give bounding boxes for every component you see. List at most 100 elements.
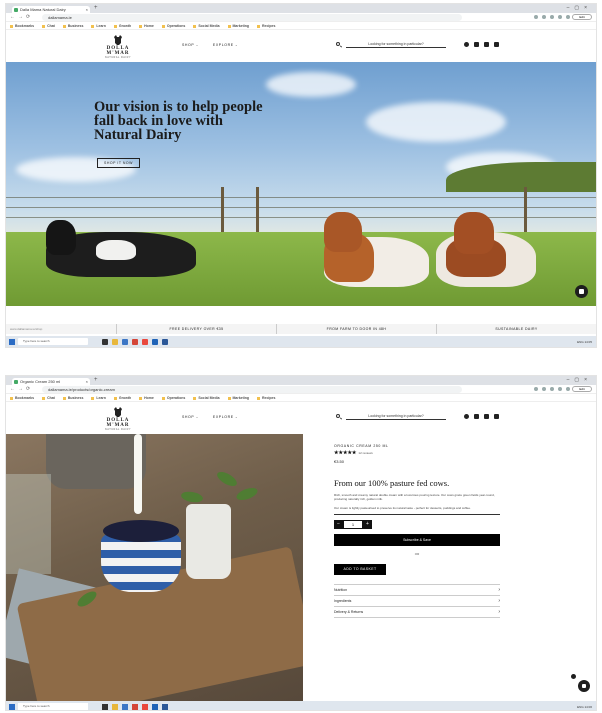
phone-icon[interactable]	[484, 414, 489, 419]
explorer-icon[interactable]	[112, 703, 118, 710]
rating-stars[interactable]: ★★★★★ 12 reviews	[334, 450, 500, 456]
bookmark-item[interactable]: Recipes	[257, 24, 275, 28]
review-count[interactable]: 12 reviews	[358, 451, 372, 455]
browser-tab[interactable]: Dalla Mama Natural Dairy ×	[12, 6, 90, 13]
outlook-icon[interactable]	[152, 338, 158, 345]
phone-icon[interactable]	[484, 42, 489, 47]
nav-arrows-icon[interactable]: ←→⟳	[10, 14, 33, 20]
hero-cta-button[interactable]: SHOP IT NOW	[97, 158, 140, 168]
mail-icon[interactable]	[132, 703, 138, 710]
accordion-ingredients[interactable]: Ingredients	[334, 596, 500, 607]
bookmarks-bar: Bookmarks Chat Business Learn Growth Hom…	[6, 394, 596, 402]
extension-icon[interactable]	[534, 387, 538, 391]
bookmark-item[interactable]: Chat	[42, 24, 55, 28]
window-controls[interactable]: –▢×	[567, 377, 592, 383]
site-logo[interactable]: DOLLA M'MAR NATURAL DAIRY	[98, 406, 138, 431]
url-field[interactable]: dallamama.ie/products/organic-cream	[42, 386, 462, 393]
account-icon[interactable]	[464, 414, 469, 419]
menu-shop[interactable]: SHOP	[182, 415, 199, 419]
taskview-icon[interactable]	[102, 338, 108, 345]
nav-arrows-icon[interactable]: ←→⟳	[10, 386, 33, 392]
bookmark-item[interactable]: Growth	[113, 24, 131, 28]
bookmark-item[interactable]: Social Media	[193, 24, 220, 28]
windows-start-icon[interactable]	[9, 338, 15, 345]
cow-logo-icon	[114, 35, 122, 45]
browser-tab[interactable]: Organic Cream 250 ml ×	[12, 378, 90, 385]
taskbar-search[interactable]: Type here to search	[18, 703, 88, 710]
bookmark-item[interactable]: Bookmarks	[10, 24, 34, 28]
menu-shop[interactable]: SHOP	[182, 43, 199, 47]
chrome-icon[interactable]	[142, 703, 148, 710]
folder-icon	[62, 396, 66, 400]
bookmark-item[interactable]: Growth	[113, 396, 131, 400]
extension-icon[interactable]	[534, 15, 538, 19]
explorer-icon[interactable]	[112, 338, 118, 345]
extension-icon[interactable]	[558, 15, 562, 19]
bag-icon[interactable]	[494, 42, 499, 47]
browser-tab-bar: Dalla Mama Natural Dairy × + –▢×	[6, 4, 596, 13]
extension-icon[interactable]	[566, 15, 570, 19]
taskbar-search[interactable]: Type here to search	[18, 338, 88, 345]
site-logo[interactable]: DOLLA M'MAR NATURAL DAIRY	[98, 34, 138, 59]
account-icon[interactable]	[464, 42, 469, 47]
close-tab-icon[interactable]: ×	[86, 6, 88, 13]
profile-button[interactable]: Edit	[572, 14, 592, 20]
add-to-basket-button[interactable]: ADD TO BASKET	[334, 564, 386, 575]
extension-icon[interactable]	[550, 15, 554, 19]
new-tab-icon[interactable]: +	[94, 377, 98, 383]
word-icon[interactable]	[162, 703, 168, 710]
new-tab-icon[interactable]: +	[94, 5, 98, 11]
basket-icon[interactable]	[474, 414, 479, 419]
bookmark-item[interactable]: Social Media	[193, 396, 220, 400]
word-icon[interactable]	[162, 338, 168, 345]
taskview-icon[interactable]	[102, 703, 108, 710]
extension-icon[interactable]	[566, 387, 570, 391]
bookmark-item[interactable]: Marketing	[227, 396, 249, 400]
bookmark-item[interactable]: Business	[62, 24, 83, 28]
windows-start-icon[interactable]	[9, 703, 15, 710]
bookmark-item[interactable]: Learn	[91, 24, 106, 28]
mail-icon[interactable]	[132, 338, 138, 345]
accordion-nutrition[interactable]: Nutrition	[334, 585, 500, 596]
qty-plus-button[interactable]: +	[363, 520, 372, 529]
bag-icon[interactable]	[494, 414, 499, 419]
bookmark-item[interactable]: Operations	[161, 396, 185, 400]
subscribe-button[interactable]: Subscribe & Save	[334, 534, 500, 546]
extension-icon[interactable]	[558, 387, 562, 391]
bookmark-item[interactable]: Chat	[42, 396, 55, 400]
system-tray[interactable]: ENG 14:06	[577, 705, 592, 709]
menu-explore[interactable]: EXPLORE	[213, 43, 238, 47]
bookmark-item[interactable]: Operations	[161, 24, 185, 28]
bookmark-item[interactable]: Learn	[91, 396, 106, 400]
search-input[interactable]: Looking for something in particular?	[346, 41, 446, 48]
chrome-icon[interactable]	[142, 338, 148, 345]
window-controls[interactable]: –▢×	[567, 5, 592, 11]
bookmark-item[interactable]: Home	[139, 24, 154, 28]
extension-icon[interactable]	[550, 387, 554, 391]
extension-icon[interactable]	[542, 15, 546, 19]
store-icon[interactable]	[122, 338, 128, 345]
close-tab-icon[interactable]: ×	[86, 378, 88, 385]
chat-fab-button[interactable]	[575, 285, 588, 298]
bookmark-item[interactable]: Home	[139, 396, 154, 400]
fence-wire	[6, 217, 596, 218]
bookmark-item[interactable]: Bookmarks	[10, 396, 34, 400]
menu-explore[interactable]: EXPLORE	[213, 415, 238, 419]
outlook-icon[interactable]	[152, 703, 158, 710]
extension-icon[interactable]	[542, 387, 546, 391]
accordion-delivery[interactable]: Delivery & Returns	[334, 607, 500, 618]
bookmark-item[interactable]: Marketing	[227, 24, 249, 28]
search-icon[interactable]	[336, 42, 340, 46]
qty-value[interactable]: 1	[343, 520, 363, 529]
store-icon[interactable]	[122, 703, 128, 710]
bookmark-item[interactable]: Business	[62, 396, 83, 400]
basket-icon[interactable]	[474, 42, 479, 47]
search-input[interactable]: Looking for something in particular?	[346, 413, 446, 420]
system-tray[interactable]: ENG 14:05	[577, 340, 592, 344]
qty-minus-button[interactable]: −	[334, 520, 343, 529]
bookmark-item[interactable]: Recipes	[257, 396, 275, 400]
chat-fab-button[interactable]	[578, 680, 590, 692]
search-icon[interactable]	[336, 414, 340, 418]
url-field[interactable]: dallamama.ie	[42, 14, 462, 21]
profile-button[interactable]: Edit	[572, 386, 592, 392]
